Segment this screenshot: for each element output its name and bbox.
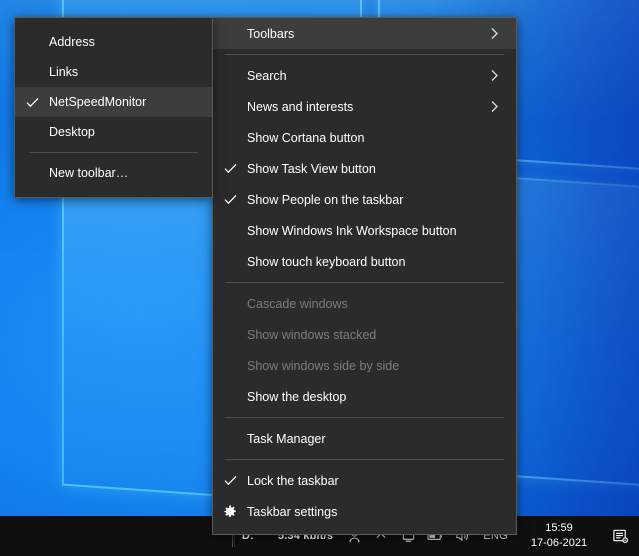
- menu-item-label: Show windows stacked: [247, 327, 377, 342]
- menu-item-label: Toolbars: [247, 26, 295, 41]
- menu-item-label: Show People on the taskbar: [247, 192, 404, 207]
- menu-separator: [29, 152, 198, 153]
- menu-item-label: Address: [49, 35, 95, 49]
- menu-item-label: Show Windows Ink Workspace button: [247, 223, 457, 238]
- menu-item-label: Show windows side by side: [247, 358, 400, 373]
- menu-separator: [225, 54, 504, 55]
- menu-separator: [225, 459, 504, 460]
- toolbars-submenu[interactable]: Address Links NetSpeedMonitor Desktop Ne…: [14, 17, 213, 198]
- menu-item-taskbar-settings[interactable]: Taskbar settings: [213, 496, 516, 527]
- taskbar-context-menu[interactable]: Toolbars Search News and interests Show …: [212, 17, 517, 535]
- submenu-item-desktop[interactable]: Desktop: [15, 117, 212, 147]
- checkmark-icon: [213, 163, 247, 174]
- menu-item-toolbars[interactable]: Toolbars: [213, 18, 516, 49]
- taskbar-empty-area[interactable]: [0, 516, 228, 556]
- menu-item-show-windows-stacked: Show windows stacked: [213, 319, 516, 350]
- menu-item-label: Cascade windows: [247, 296, 348, 311]
- menu-item-show-task-view-button[interactable]: Show Task View button: [213, 153, 516, 184]
- menu-item-label: Search: [247, 68, 287, 83]
- menu-item-label: Taskbar settings: [247, 504, 338, 519]
- chevron-right-icon: [482, 69, 506, 82]
- submenu-item-address[interactable]: Address: [15, 27, 212, 57]
- menu-item-show-the-desktop[interactable]: Show the desktop: [213, 381, 516, 412]
- menu-item-label: Task Manager: [247, 431, 326, 446]
- menu-item-label: News and interests: [247, 99, 354, 114]
- menu-separator: [225, 282, 504, 283]
- checkmark-icon: [213, 475, 247, 486]
- checkmark-icon: [15, 97, 49, 108]
- checkmark-icon: [213, 194, 247, 205]
- menu-item-label: NetSpeedMonitor: [49, 95, 147, 109]
- chevron-right-icon: [482, 27, 506, 40]
- menu-item-label: Links: [49, 65, 79, 79]
- menu-item-label: Lock the taskbar: [247, 473, 339, 488]
- clock-date: 17-06-2021: [530, 537, 588, 549]
- submenu-item-links[interactable]: Links: [15, 57, 212, 87]
- menu-item-news-and-interests[interactable]: News and interests: [213, 91, 516, 122]
- menu-item-task-manager[interactable]: Task Manager: [213, 423, 516, 454]
- submenu-item-netspeedmonitor[interactable]: NetSpeedMonitor: [15, 87, 212, 117]
- menu-item-show-touch-keyboard-button[interactable]: Show touch keyboard button: [213, 246, 516, 277]
- menu-item-show-cortana-button[interactable]: Show Cortana button: [213, 122, 516, 153]
- windows-desktop-screen: D: 5.34 kbit/s ENG 15:59 17-06-2021 Tool…: [0, 0, 639, 556]
- chevron-right-icon: [482, 100, 506, 113]
- menu-separator: [225, 417, 504, 418]
- menu-item-label: Show Cortana button: [247, 130, 365, 145]
- menu-item-show-windows-ink-workspace-button[interactable]: Show Windows Ink Workspace button: [213, 215, 516, 246]
- menu-item-show-windows-side-by-side: Show windows side by side: [213, 350, 516, 381]
- menu-item-label: Show touch keyboard button: [247, 254, 406, 269]
- clock-time: 15:59: [545, 522, 573, 535]
- clock[interactable]: 15:59 17-06-2021: [517, 516, 601, 556]
- menu-item-cascade-windows: Cascade windows: [213, 288, 516, 319]
- menu-item-lock-the-taskbar[interactable]: Lock the taskbar: [213, 465, 516, 496]
- menu-item-label: Show the desktop: [247, 389, 347, 404]
- gear-icon: [213, 505, 247, 519]
- action-center-icon[interactable]: [601, 516, 639, 556]
- menu-item-search[interactable]: Search: [213, 60, 516, 91]
- submenu-item-new-toolbar[interactable]: New toolbar…: [15, 158, 212, 188]
- menu-item-label: Desktop: [49, 125, 95, 139]
- menu-item-label: New toolbar…: [49, 166, 129, 180]
- menu-item-show-people-on-the-taskbar[interactable]: Show People on the taskbar: [213, 184, 516, 215]
- menu-item-label: Show Task View button: [247, 161, 376, 176]
